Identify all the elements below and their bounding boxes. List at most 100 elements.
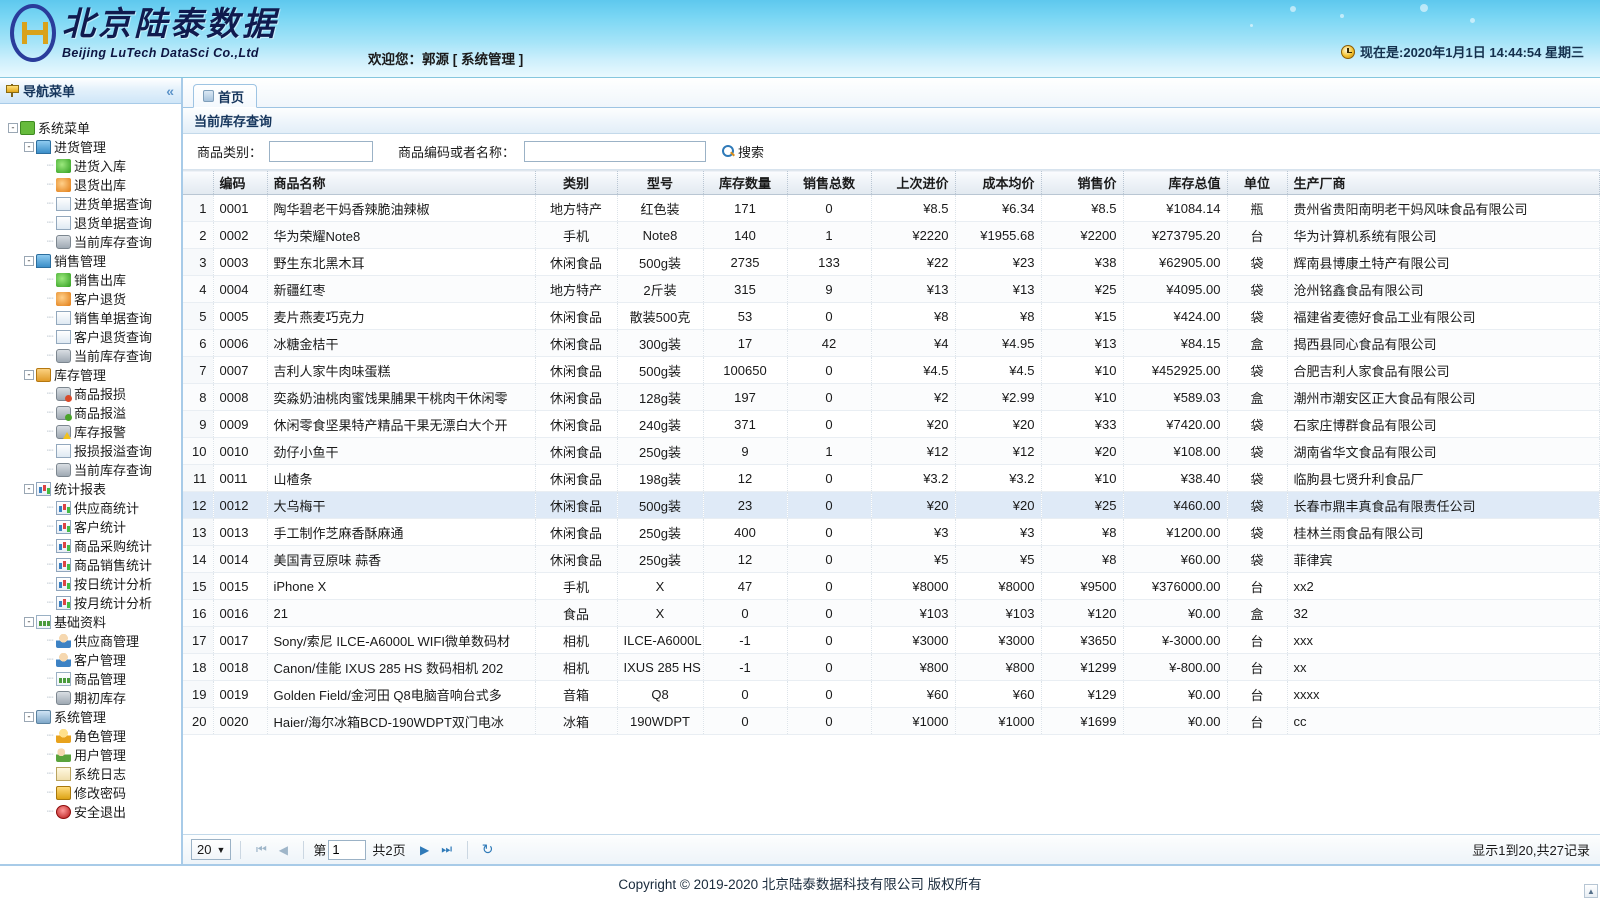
tree-toggle-icon[interactable]: - — [24, 141, 34, 152]
table-row[interactable]: 6 0006 冰糖金桔干 休闲食品 300g装 17 42 ¥4 ¥4.95 ¥13 ¥84.15 盒… — [183, 329, 1600, 357]
table-row[interactable]: 18 0018 Canon/佳能 IXUS 285 HS 数码相机 202 相机 IXU… — [183, 653, 1600, 681]
keyword-input[interactable] — [524, 141, 707, 162]
sidebar-item-36[interactable]: ┈ 安全退出 — [0, 802, 181, 821]
sidebar-item-35[interactable]: ┈ 修改密码 — [0, 783, 181, 802]
column-header-lastcost[interactable]: 上次进价 — [871, 170, 956, 195]
sidebar-item-34[interactable]: ┈ 系统日志 — [0, 764, 181, 783]
sidebar-item-10[interactable]: ┈ 销售单据查询 — [0, 308, 181, 327]
tree-toggle-icon[interactable]: - — [24, 711, 34, 722]
cell-code: 0020 — [213, 707, 268, 735]
tree-toggle-icon[interactable]: - — [8, 122, 18, 133]
sidebar-item-9[interactable]: ┈ 客户退货 — [0, 289, 181, 308]
table-row[interactable]: 11 0011 山楂条 休闲食品 198g装 12 0 ¥3.2 ¥3.2 ¥10 ¥38.40 袋临… — [183, 464, 1600, 492]
column-header-vendor[interactable]: 生产厂商 — [1287, 170, 1600, 195]
sidebar-item-32[interactable]: ┈ 角色管理 — [0, 726, 181, 745]
table-row[interactable]: 15 0015 iPhone X 手机 X 47 0 ¥8000 ¥8000 ¥9500 ¥3760… — [183, 572, 1600, 600]
cell-code: 0001 — [213, 194, 268, 222]
sidebar-item-3[interactable]: ┈ 退货出库 — [0, 175, 181, 194]
sidebar-item-8[interactable]: ┈ 销售出库 — [0, 270, 181, 289]
sidebar-item-29[interactable]: ┈ 商品管理 — [0, 669, 181, 688]
table-row[interactable]: 10 0010 劲仔小鱼干 休闲食品 250g装 9 1 ¥12 ¥12 ¥20 ¥108.00 袋湖… — [183, 437, 1600, 465]
sidebar-item-19[interactable]: - 统计报表 — [0, 479, 181, 498]
tree-toggle-icon[interactable]: - — [24, 255, 34, 266]
column-header-code[interactable]: 编码 — [213, 170, 268, 195]
sidebar-item-30[interactable]: ┈ 期初库存 — [0, 688, 181, 707]
table-row[interactable]: 3 0003 野生东北黑木耳 休闲食品 500g装 2735 133 ¥22 ¥23 ¥38 ¥62… — [183, 248, 1600, 276]
tab-home[interactable]: 首页 — [193, 84, 258, 108]
sidebar-item-25[interactable]: ┈ 按月统计分析 — [0, 593, 181, 612]
sidebar-item-17[interactable]: ┈ 报损报溢查询 — [0, 441, 181, 460]
next-page-button[interactable]: ▶ — [414, 840, 436, 860]
cell-avgcost: ¥3.2 — [955, 464, 1042, 492]
sidebar-item-11[interactable]: ┈ 客户退货查询 — [0, 327, 181, 346]
sidebar-item-27[interactable]: ┈ 供应商管理 — [0, 631, 181, 650]
sidebar-item-31[interactable]: - 系统管理 — [0, 707, 181, 726]
table-row[interactable]: 9 0009 休闲零食坚果特产精品干果无漂白大个开 休闲食品 240g装 371 0 ¥20 ¥… — [183, 410, 1600, 438]
sidebar-item-2[interactable]: ┈ 进货入库 — [0, 156, 181, 175]
sidebar-item-21[interactable]: ┈ 客户统计 — [0, 517, 181, 536]
table-row[interactable]: 16 0016 21 食品 X 0 0 ¥103 ¥103 ¥120 ¥0.00 盒 32 — [183, 599, 1600, 627]
prev-page-button[interactable]: ◀ — [272, 840, 294, 860]
cell-name: 山楂条 — [267, 464, 536, 492]
sidebar-item-26[interactable]: - 基础资料 — [0, 612, 181, 631]
table-row[interactable]: 14 0014 美国青豆原味 蒜香 休闲食品 250g装 12 0 ¥5 ¥5 ¥8 ¥60.00 袋… — [183, 545, 1600, 573]
table-row[interactable]: 8 0008 奕淼奶油桃肉蜜饯果脯果干桃肉干休闲零 休闲食品 128g装 197 0 ¥2 ¥2… — [183, 383, 1600, 411]
category-input[interactable] — [269, 141, 374, 162]
table-row[interactable]: 17 0017 Sony/索尼 ILCE-A6000L WIFI微单数码材 相机 ILC… — [183, 626, 1600, 654]
column-header-model[interactable]: 型号 — [617, 170, 704, 195]
tree-toggle-icon[interactable]: - — [24, 483, 34, 494]
sidebar-item-4[interactable]: ┈ 进货单据查询 — [0, 194, 181, 213]
sidebar-item-14[interactable]: ┈ 商品报损 — [0, 384, 181, 403]
sidebar-item-16[interactable]: ┈ 库存报警 — [0, 422, 181, 441]
sidebar-item-5[interactable]: ┈ 退货单据查询 — [0, 213, 181, 232]
table-row[interactable]: 5 0005 麦片燕麦巧克力 休闲食品 散装500克 53 0 ¥8 ¥8 ¥15 ¥424.00 袋… — [183, 302, 1600, 330]
table-row[interactable]: 1 0001 陶华碧老干妈香辣脆油辣椒 地方特产 红色装 171 0 ¥8.5 ¥6.34 ¥8.… — [183, 194, 1600, 222]
page-size-select[interactable]: 20 ▼ — [191, 839, 232, 860]
first-page-button[interactable]: ⏮ — [250, 840, 272, 860]
sidebar-item-13[interactable]: - 库存管理 — [0, 365, 181, 384]
column-header-total[interactable]: 库存总值 — [1123, 170, 1228, 195]
cell-avgcost: ¥12 — [955, 437, 1042, 465]
cell-total: ¥0.00 — [1123, 599, 1228, 627]
cell-price: ¥38 — [1041, 248, 1124, 276]
column-header-unit[interactable]: 单位 — [1227, 170, 1288, 195]
page-number-input[interactable] — [328, 839, 367, 860]
sidebar-item-28[interactable]: ┈ 客户管理 — [0, 650, 181, 669]
user-yellow-icon — [56, 728, 71, 743]
cell-sold: 0 — [787, 680, 872, 708]
table-row[interactable]: 13 0013 手工制作芝麻香酥麻通 休闲食品 250g装 400 0 ¥3 ¥3 ¥8 ¥1200… — [183, 518, 1600, 546]
tree-toggle-icon[interactable]: - — [24, 369, 34, 380]
last-page-button[interactable]: ⏭ — [436, 840, 458, 860]
sidebar-collapse-button[interactable]: « — [166, 84, 174, 98]
sidebar-item-33[interactable]: ┈ 用户管理 — [0, 745, 181, 764]
scroll-up-hint-icon[interactable]: ▲ — [1584, 884, 1598, 898]
table-row[interactable]: 20 0020 Haier/海尔冰箱BCD-190WDPT双门电冰 冰箱 190WDPT… — [183, 707, 1600, 735]
cell-stock: 315 — [703, 275, 788, 303]
sidebar-item-15[interactable]: ┈ 商品报溢 — [0, 403, 181, 422]
sidebar-item-20[interactable]: ┈ 供应商统计 — [0, 498, 181, 517]
sidebar-item-6[interactable]: ┈ 当前库存查询 — [0, 232, 181, 251]
column-header-idx[interactable] — [183, 170, 214, 195]
column-header-category[interactable]: 类别 — [535, 170, 618, 195]
sidebar-item-7[interactable]: - 销售管理 — [0, 251, 181, 270]
tree-toggle-icon[interactable]: - — [24, 616, 34, 627]
column-header-price[interactable]: 销售价 — [1041, 170, 1124, 195]
refresh-button[interactable]: ↻ — [477, 840, 499, 860]
sidebar-item-12[interactable]: ┈ 当前库存查询 — [0, 346, 181, 365]
column-header-stock[interactable]: 库存数量 — [703, 170, 788, 195]
sidebar-item-22[interactable]: ┈ 商品采购统计 — [0, 536, 181, 555]
column-header-name[interactable]: 商品名称 — [267, 170, 536, 195]
sidebar-item-1[interactable]: - 进货管理 — [0, 137, 181, 156]
sidebar-item-24[interactable]: ┈ 按日统计分析 — [0, 574, 181, 593]
table-row[interactable]: 19 0019 Golden Field/金河田 Q8电脑音响台式多 音箱 Q8 0 0 ¥6… — [183, 680, 1600, 708]
table-row[interactable]: 12 0012 大乌梅干 休闲食品 500g装 23 0 ¥20 ¥20 ¥25 ¥460.00 袋长… — [183, 491, 1600, 519]
table-row[interactable]: 7 0007 吉利人家牛肉味蛋糕 休闲食品 500g装 100650 0 ¥4.5 ¥4.5 ¥1… — [183, 356, 1600, 384]
sidebar-item-0[interactable]: - 系统菜单 — [0, 118, 181, 137]
sidebar-item-23[interactable]: ┈ 商品销售统计 — [0, 555, 181, 574]
column-header-avgcost[interactable]: 成本均价 — [955, 170, 1042, 195]
column-header-sold[interactable]: 销售总数 — [787, 170, 872, 195]
sidebar-item-18[interactable]: ┈ 当前库存查询 — [0, 460, 181, 479]
search-button[interactable]: 搜索 — [722, 142, 764, 161]
table-row[interactable]: 4 0004 新疆红枣 地方特产 2斤装 315 9 ¥13 ¥13 ¥25 ¥4095.00 袋沧州… — [183, 275, 1600, 303]
table-row[interactable]: 2 0002 华为荣耀Note8 手机 Note8 140 1 ¥2220 ¥1955.68 ¥2… — [183, 221, 1600, 249]
